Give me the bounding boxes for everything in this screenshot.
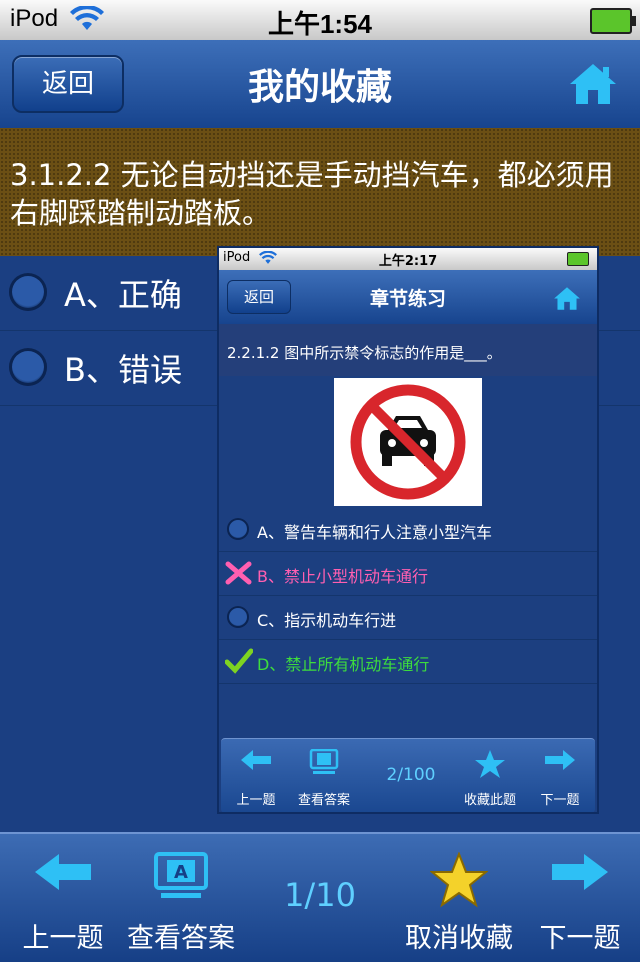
button-label: 查看答案 xyxy=(127,923,235,954)
button-label: 收藏此题 xyxy=(463,793,516,808)
inset-favorite-button: 收藏此题 xyxy=(455,739,525,812)
inset-page-counter: 2/100 xyxy=(386,765,436,785)
button-label: 取消收藏 xyxy=(405,923,513,954)
radio-icon xyxy=(227,606,249,628)
button-label: 查看答案 xyxy=(297,793,350,808)
view-answer-button[interactable]: A 查看答案 xyxy=(122,834,240,962)
clock: 上午1:54 xyxy=(267,9,373,39)
option-label: A、正确 xyxy=(64,276,182,314)
inset-next-button: 下一题 xyxy=(525,739,595,812)
clock: 上午2:17 xyxy=(378,254,438,269)
bottom-toolbar: 上一题 A 查看答案 1/10 取消收藏 下一题 xyxy=(0,832,640,962)
answer-icon: A xyxy=(154,852,208,898)
inset-screenshot: iPod 上午2:17 返回 章节练习 2.2.1.2 图中所示禁令标志的作用是… xyxy=(219,248,597,812)
page-title: 我的收藏 xyxy=(247,67,392,108)
no-motor-vehicle-sign-icon xyxy=(334,378,482,506)
inset-nav-bar: 返回 章节练习 xyxy=(219,270,597,324)
inset-prev-button: 上一题 xyxy=(221,739,291,812)
star-icon xyxy=(430,852,488,908)
inset-question: 2.2.1.2 图中所示禁令标志的作用是___。 xyxy=(219,324,597,376)
inset-toolbar: 上一题 查看答案 2/100 收藏此题 下一题 xyxy=(221,738,595,812)
unfavorite-button[interactable]: 取消收藏 xyxy=(400,834,518,962)
prev-question-button[interactable]: 上一题 xyxy=(8,834,118,962)
inset-option-d: D、禁止所有机动车通行 xyxy=(219,640,597,684)
right-arrow-icon xyxy=(545,750,575,770)
next-question-button[interactable]: 下一题 xyxy=(530,834,630,962)
star-icon xyxy=(475,750,505,778)
option-label: B、禁止小型机动车通行 xyxy=(257,567,428,586)
inset-question-text: 2.2.1.2 图中所示禁令标志的作用是___。 xyxy=(227,344,502,362)
right-arrow-icon xyxy=(552,854,608,890)
status-bar: iPod 上午1:54 xyxy=(0,0,640,40)
option-label: A、警告车辆和行人注意小型汽车 xyxy=(257,523,492,542)
battery-icon xyxy=(590,8,636,34)
inset-status-bar: iPod 上午2:17 xyxy=(219,248,597,270)
check-icon xyxy=(224,648,254,678)
battery-icon xyxy=(567,252,589,266)
inset-answer-button: 查看答案 xyxy=(289,739,359,812)
left-arrow-icon xyxy=(241,750,271,770)
button-label: 上一题 xyxy=(22,923,104,954)
button-label: 下一题 xyxy=(540,793,580,808)
home-icon xyxy=(553,286,581,315)
option-label: B、错误 xyxy=(64,351,182,389)
inset-option-c: C、指示机动车行进 xyxy=(219,596,597,640)
button-label: 上一题 xyxy=(236,793,276,808)
inset-option-b: B、禁止小型机动车通行 xyxy=(219,552,597,596)
radio-icon[interactable] xyxy=(9,348,47,386)
question-panel: 3.1.2.2 无论自动挡还是手动挡汽车，都必须用右脚踩踏制动踏板。 xyxy=(0,128,640,256)
option-label: D、禁止所有机动车通行 xyxy=(257,655,430,674)
inset-option-a: A、警告车辆和行人注意小型汽车 xyxy=(219,508,597,552)
wrong-x-icon xyxy=(225,560,253,590)
radio-icon xyxy=(227,518,249,540)
svg-text:A: A xyxy=(174,862,188,883)
radio-icon[interactable] xyxy=(9,273,47,311)
home-icon[interactable] xyxy=(568,62,618,110)
left-arrow-icon xyxy=(35,854,91,890)
question-text: 3.1.2.2 无论自动挡还是手动挡汽车，都必须用右脚踩踏制动踏板。 xyxy=(10,158,614,230)
inset-title: 章节练习 xyxy=(369,288,446,310)
answer-icon xyxy=(309,749,339,774)
option-label: C、指示机动车行进 xyxy=(257,611,397,630)
nav-bar: 返回 我的收藏 xyxy=(0,40,640,129)
page-counter: 1/10 xyxy=(284,876,356,914)
button-label: 下一题 xyxy=(539,923,621,954)
